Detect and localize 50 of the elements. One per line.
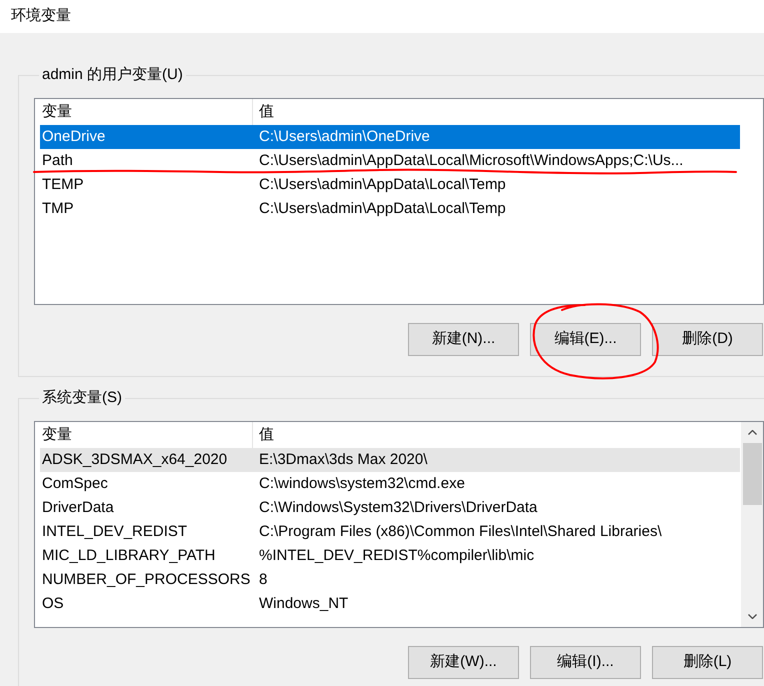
edit-button[interactable]: 编辑(I)...	[530, 646, 641, 679]
list-row[interactable]: DriverData C:\Windows\System32\Drivers\DriverData	[40, 496, 740, 520]
variable-value-cell-text: C:\Users\admin\AppData\Local\Temp	[258, 177, 506, 193]
variable-name-cell-text: ADSK_3DSMAX_x64_2020	[41, 452, 228, 468]
list-row[interactable]: ADSK_3DSMAX_x64_2020 E:\3Dmax\3ds Max 2020\	[40, 448, 740, 472]
list-row[interactable]: OS Windows_NT	[40, 592, 740, 616]
variable-name-cell-text: TMP	[41, 201, 75, 217]
delete-button[interactable]: 删除(L)	[652, 646, 763, 679]
column-header[interactable]: 值	[253, 99, 740, 125]
variable-name-cell-text: ComSpec	[41, 476, 109, 492]
variable-value-cell-text: C:\windows\system32\cmd.exe	[258, 476, 465, 492]
list-row[interactable]: INTEL_DEV_REDIST C:\Program Files (x86)\Common Files\Intel\Shared Libraries\	[40, 520, 740, 544]
variable-list[interactable]: 变量 值 OneDrive C:\Users\admin\OneDrive Path C:\Users\admin\AppData\Local\Microsoft\WindowsApps;C:\Us... TEMP C:\Users\admin\AppData\Local\Temp TMP C:\Users\admin\AppData\Local\Temp	[34, 98, 764, 305]
variable-list[interactable]	[34, 421, 764, 628]
variable-value-cell-text: Windows_NT	[258, 596, 348, 612]
variable-name-cell-text: MIC_LD_LIBRARY_PATH	[41, 548, 216, 564]
variable-name-cell-text: OneDrive	[41, 129, 106, 145]
variable-name-cell-text: TEMP	[41, 177, 85, 193]
variable-value-cell-text: C:\Users\admin\AppData\Local\Temp	[258, 201, 506, 217]
variable-value-cell-text: E:\3Dmax\3ds Max 2020\	[258, 452, 428, 468]
new-button[interactable]: 新建(N)...	[408, 323, 519, 356]
variable-name-cell-text: Path	[41, 153, 74, 169]
list-row[interactable]: ComSpec C:\windows\system32\cmd.exe	[40, 472, 740, 496]
scrollbar[interactable]	[741, 422, 763, 627]
group-label: admin 的用户变量(U)	[41, 65, 184, 85]
variable-value-cell-text: C:\Windows\System32\Drivers\DriverData	[258, 500, 538, 516]
scroll-down-icon[interactable]	[748, 614, 756, 619]
variable-value-cell-text: C:\Users\admin\OneDrive	[258, 129, 430, 145]
variable-name-cell-text: NUMBER_OF_PROCESSORS	[41, 572, 252, 588]
list-row[interactable]: OneDrive C:\Users\admin\OneDrive	[40, 125, 740, 149]
variable-name-cell-text: INTEL_DEV_REDIST	[41, 524, 188, 540]
list-row[interactable]: NUMBER_OF_PROCESSORS 8	[40, 568, 740, 592]
edit-button[interactable]: 编辑(E)...	[530, 323, 641, 356]
delete-button[interactable]: 删除(D)	[652, 323, 763, 356]
new-button[interactable]: 新建(W)...	[408, 646, 519, 679]
scrollbar-thumb[interactable]	[742, 443, 762, 505]
variable-value-cell-text: C:\Users\admin\AppData\Local\Microsoft\WindowsApps;C:\Us...	[258, 153, 684, 169]
list-row[interactable]: Path C:\Users\admin\AppData\Local\Microsoft\WindowsApps;C:\Us...	[40, 149, 740, 173]
list-row[interactable]: TMP C:\Users\admin\AppData\Local\Temp	[40, 197, 740, 221]
group-label: 系统变量(S)	[41, 388, 123, 408]
list-row[interactable]: TEMP C:\Users\admin\AppData\Local\Temp	[40, 173, 740, 197]
list-row[interactable]: MIC_LD_LIBRARY_PATH %INTEL_DEV_REDIST%compiler\lib\mic	[40, 544, 740, 568]
variable-name-cell-text: DriverData	[41, 500, 115, 516]
variable-value-cell-text: C:\Program Files (x86)\Common Files\Intel\Shared Libraries\	[258, 524, 662, 540]
variable-value-cell-text: %INTEL_DEV_REDIST%compiler\lib\mic	[258, 548, 534, 564]
column-header[interactable]: 值	[253, 422, 740, 448]
window-title: 环境变量	[11, 6, 71, 26]
scroll-up-icon[interactable]	[748, 430, 756, 435]
variable-name-cell-text: OS	[41, 596, 65, 612]
variable-value-cell-text: 8	[258, 572, 268, 588]
